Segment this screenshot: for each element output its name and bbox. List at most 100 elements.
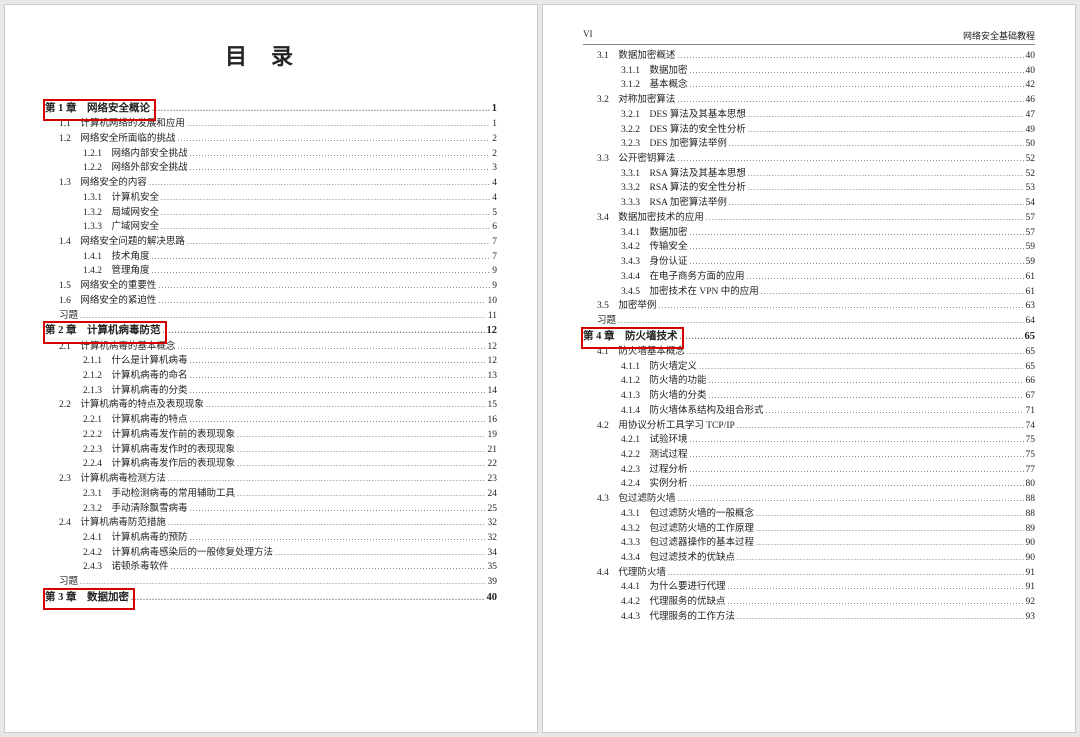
toc-entry: 3.3.2 RSA 算法的安全性分析53 [583, 181, 1035, 196]
toc-leader [237, 458, 485, 470]
toc-entry: 2.1 计算机病毒的基本概念12 [45, 340, 497, 355]
toc-entry: 习题11 [45, 309, 497, 324]
toc-entry-label: 1.3.2 局域网安全 [83, 206, 159, 221]
toc-entry: 1.3.2 局域网安全 5 [45, 206, 497, 221]
toc-entry-label: 4.2 用协议分析工具学习 TCP/IP [597, 419, 735, 434]
toc-entry-label: 1.6 网络安全的紧迫性 [59, 294, 156, 309]
toc-leader [152, 265, 491, 277]
toc-leader [677, 493, 1023, 505]
toc-leader [177, 133, 490, 145]
toc-leader [756, 537, 1023, 549]
toc-entry-page: 52 [1026, 152, 1036, 167]
toc-entry-page: 91 [1026, 566, 1036, 581]
toc-leader [618, 315, 1023, 327]
toc-leader [677, 50, 1023, 62]
toc-leader [690, 434, 1024, 446]
toc-entry-page: 59 [1026, 255, 1036, 270]
toc-entry-page: 32 [488, 531, 498, 546]
toc-entry-label: 3.3.3 RSA 加密算法举例 [621, 196, 727, 211]
toc-leader [80, 576, 485, 588]
toc-leader [729, 197, 1024, 209]
toc-entry-page: 39 [488, 575, 498, 590]
toc-entry-page: 61 [1026, 285, 1036, 300]
toc-entry: 1.2.2 网络外部安全挑战3 [45, 161, 497, 176]
toc-leader [80, 310, 486, 322]
toc-entry-page: 61 [1026, 270, 1036, 285]
toc-leader [699, 361, 1023, 373]
toc-entry-page: 12 [488, 340, 498, 355]
toc-entry: 2.3.1 手动检测病毒的常用辅助工具24 [45, 487, 497, 502]
toc-entry-page: 1 [492, 117, 497, 132]
toc-leader [168, 517, 486, 529]
toc-entry-page: 22 [488, 457, 498, 472]
toc-entry-page: 32 [488, 516, 498, 531]
toc-entry-label: 2.2.1 计算机病毒的特点 [83, 413, 188, 428]
toc-entry-page: 71 [1026, 404, 1036, 419]
toc-leader [677, 94, 1023, 106]
toc-entry-label: 第 4 章 防火墙技术 [583, 329, 678, 345]
toc-leader [748, 109, 1024, 121]
toc-entry-label: 2.3 计算机病毒检测方法 [59, 472, 166, 487]
toc-leader [690, 65, 1024, 77]
toc-entry-label: 4.2.4 实例分析 [621, 477, 688, 492]
toc-leader [737, 420, 1024, 432]
toc-entry: 3.2 对称加密算法46 [583, 93, 1035, 108]
toc-entry: 1.4 网络安全问题的解决思路7 [45, 235, 497, 250]
toc-entry-label: 习题 [59, 575, 78, 590]
toc-entry-label: 3.4.4 在电子商务方面的应用 [621, 270, 745, 285]
toc-entry: 3.4 数据加密技术的应用57 [583, 211, 1035, 226]
toc-entry: 4.3 包过滤防火墙88 [583, 492, 1035, 507]
toc-entry-label: 1.2 网络安全所面临的挑战 [59, 132, 175, 147]
toc-entry-page: 93 [1026, 610, 1036, 625]
toc-entry-label: 4.1 防火墙基本概念 [597, 345, 685, 360]
toc-entry-page: 5 [492, 206, 497, 221]
toc-entry: 2.1.3 计算机病毒的分类14 [45, 384, 497, 399]
toc-entry-label: 第 3 章 数据加密 [45, 590, 129, 606]
toc-entry: 1.6 网络安全的紧迫性10 [45, 294, 497, 309]
toc-entry: 4.1.2 防火墙的功能66 [583, 374, 1035, 389]
toc-entry-label: 1.4 网络安全问题的解决思路 [59, 235, 185, 250]
toc-entry: 第 2 章 计算机病毒防范12 [45, 323, 497, 339]
toc-entry-label: 3.3.1 RSA 算法及其基本思想 [621, 167, 746, 182]
toc-entry-page: 90 [1026, 551, 1036, 566]
toc-entry: 3.2.3 DES 加密算法举例 50 [583, 137, 1035, 152]
toc-entry: 3.1.1 数据加密40 [583, 64, 1035, 79]
toc-entry-label: 3.2.3 DES 加密算法举例 [621, 137, 727, 152]
toc-entry-label: 3.2 对称加密算法 [597, 93, 675, 108]
toc-entry-page: 50 [1026, 137, 1036, 152]
toc-entry: 4.1.3 防火墙的分类67 [583, 389, 1035, 404]
toc-entry: 3.2.2 DES 算法的安全性分析49 [583, 123, 1035, 138]
toc-entry-page: 12 [488, 354, 498, 369]
toc-leader [161, 221, 490, 233]
toc-entry-page: 65 [1025, 329, 1036, 345]
toc-entry-label: 1.4.2 管理角度 [83, 264, 150, 279]
toc-leader [690, 256, 1024, 268]
page-roman: VI [583, 29, 593, 42]
toc-entry-page: 16 [488, 413, 498, 428]
toc-leader [190, 370, 486, 382]
toc-entry-page: 4 [492, 191, 497, 206]
toc-entry-label: 2.4 计算机病毒防范措施 [59, 516, 166, 531]
toc-entry-label: 2.3.1 手动检测病毒的常用辅助工具 [83, 487, 235, 502]
toc-entry: 2.4.1 计算机病毒的预防32 [45, 531, 497, 546]
toc-entry: 2.2.3 计算机病毒发作时的表现现象21 [45, 443, 497, 458]
toc-entry-label: 1.5 网络安全的重要性 [59, 279, 156, 294]
toc-leader [237, 429, 485, 441]
toc-entry-page: 25 [488, 502, 498, 517]
toc-entry: 2.2.4 计算机病毒发作后的表现现象22 [45, 457, 497, 472]
page-left: 目录 第 1 章 网络安全概论11.1 计算机网络的发展和应用11.2 网络安全… [4, 4, 538, 733]
toc-leader [190, 414, 486, 426]
toc-entry: 1.3 网络安全的内容4 [45, 176, 497, 191]
toc-entry-page: 40 [1026, 49, 1036, 64]
toc-leader [748, 168, 1024, 180]
toc-entry-label: 2.1.1 什么是计算机病毒 [83, 354, 188, 369]
toc-entry-label: 2.3.2 手动清除飘雪病毒 [83, 502, 188, 517]
toc-entry-page: 12 [487, 323, 498, 339]
toc-entry: 3.4.2 传输安全59 [583, 240, 1035, 255]
toc-entry-page: 57 [1026, 226, 1036, 241]
toc-entry-label: 3.1.2 基本概念 [621, 78, 688, 93]
toc-entry-label: 4.3 包过滤防火墙 [597, 492, 675, 507]
toc-entry: 2.1.1 什么是计算机病毒 12 [45, 354, 497, 369]
toc-entry: 1.3.1 计算机安全4 [45, 191, 497, 206]
toc-entry-page: 54 [1026, 196, 1036, 211]
